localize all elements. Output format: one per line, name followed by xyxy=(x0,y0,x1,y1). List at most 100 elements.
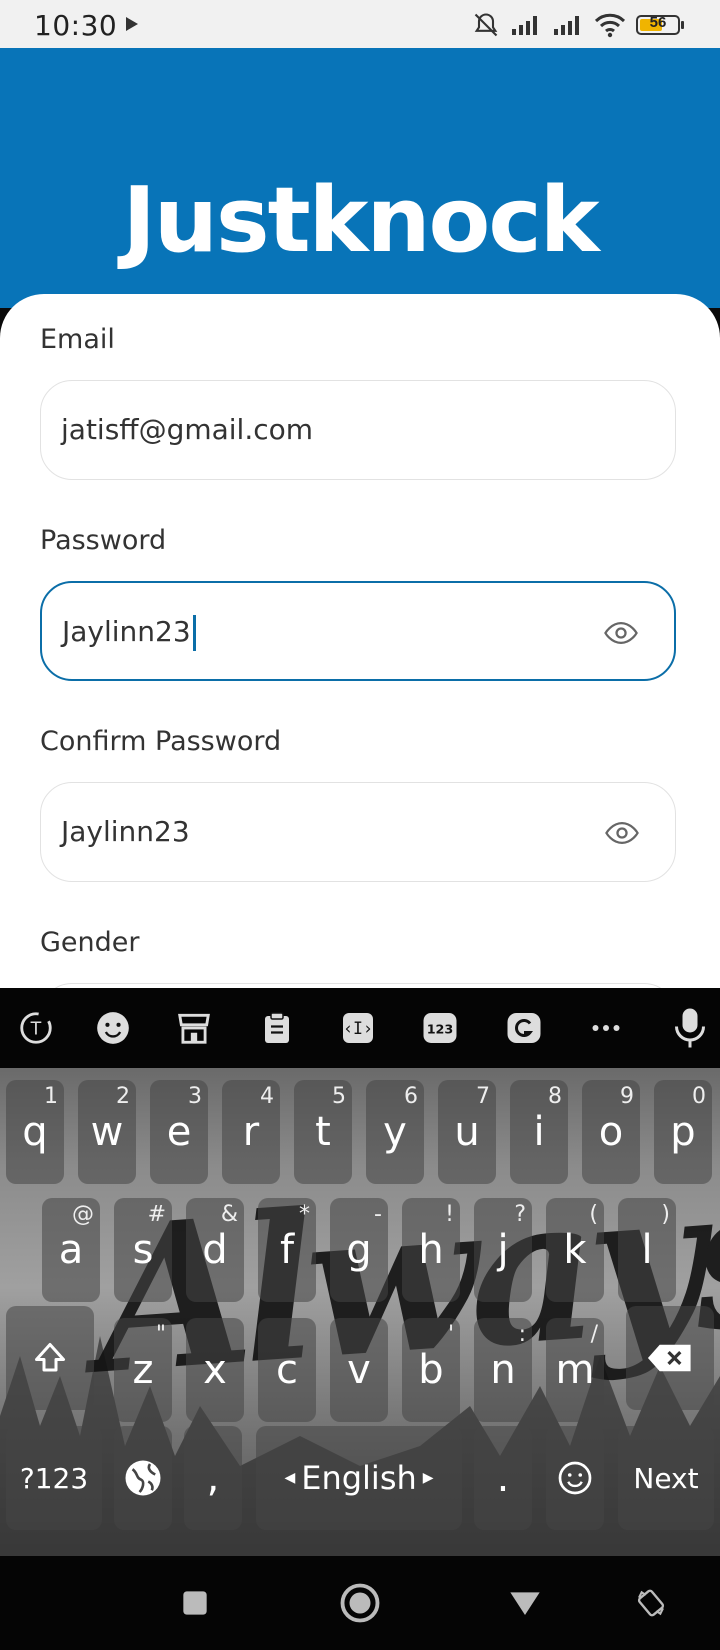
key-e[interactable]: e3 xyxy=(150,1080,208,1184)
play-store-notification-icon xyxy=(126,17,138,31)
key-m[interactable]: m / xyxy=(546,1318,604,1422)
key-label: x xyxy=(203,1347,227,1393)
email-value: jatisff@gmail.com xyxy=(61,413,314,446)
gender-label: Gender xyxy=(40,927,140,958)
key-c[interactable]: c xyxy=(258,1318,316,1422)
key-p[interactable]: p0 xyxy=(654,1080,712,1184)
more-icon[interactable] xyxy=(586,1008,626,1048)
globe-key[interactable] xyxy=(114,1426,172,1530)
text-cursor xyxy=(192,615,196,651)
key-hint: 4 xyxy=(260,1084,274,1109)
key-label: l xyxy=(641,1227,653,1273)
eye-icon[interactable] xyxy=(605,816,639,850)
key-label: b xyxy=(418,1347,444,1393)
key-f[interactable]: f * xyxy=(258,1198,316,1302)
translate-icon[interactable] xyxy=(504,1008,544,1048)
key-a[interactable]: a @ xyxy=(42,1198,100,1302)
emoji-key[interactable] xyxy=(546,1426,604,1530)
key-h[interactable]: h! xyxy=(402,1198,460,1302)
key-label: o xyxy=(598,1109,624,1155)
svg-text:‹I›: ‹I› xyxy=(343,1019,373,1038)
backspace-key[interactable] xyxy=(626,1306,714,1410)
password-label: Password xyxy=(40,525,167,556)
back-button[interactable] xyxy=(498,1576,552,1630)
key-label: g xyxy=(346,1227,372,1273)
key-q[interactable]: q1 xyxy=(6,1080,64,1184)
key-label: p xyxy=(670,1109,696,1155)
key-w[interactable]: w2 xyxy=(78,1080,136,1184)
confirm-password-field[interactable]: Jaylinn23 xyxy=(40,782,676,882)
key-label: v xyxy=(347,1347,371,1393)
space-key[interactable]: ◀ English ▶ xyxy=(256,1426,462,1530)
key-label: d xyxy=(202,1227,228,1273)
key-label: c xyxy=(276,1347,298,1393)
keyboard-toolbar: T ‹I› 123 xyxy=(0,988,720,1068)
key-x[interactable]: x xyxy=(186,1318,244,1422)
clipboard-icon[interactable] xyxy=(257,1008,297,1048)
status-bar: 10:30 56 xyxy=(0,0,720,48)
app-header: Justknock xyxy=(0,48,720,308)
confirm-password-value: Jaylinn23 xyxy=(61,815,190,848)
key-b[interactable]: b ' xyxy=(402,1318,460,1422)
confirm-password-label: Confirm Password xyxy=(40,726,282,757)
eye-icon[interactable] xyxy=(604,616,638,650)
key-hint: - xyxy=(374,1202,382,1227)
shift-key[interactable] xyxy=(6,1306,94,1410)
key-label: f xyxy=(279,1227,295,1273)
store-icon[interactable] xyxy=(174,1008,214,1048)
key-label: e xyxy=(166,1109,192,1155)
key-o[interactable]: o9 xyxy=(582,1080,640,1184)
keyboard: Always. q1w2e3r4t5y6u7i8o9p0 a@s#d&f*g-h… xyxy=(0,1068,720,1556)
key-label: m xyxy=(555,1347,595,1393)
symbols-key[interactable]: ?123 xyxy=(6,1426,102,1530)
key-y[interactable]: y6 xyxy=(366,1080,424,1184)
microphone-icon[interactable] xyxy=(670,1008,710,1048)
key-j[interactable]: j? xyxy=(474,1198,532,1302)
key-label: r xyxy=(242,1109,260,1155)
key-l[interactable]: l) xyxy=(618,1198,676,1302)
key-u[interactable]: u7 xyxy=(438,1080,496,1184)
key-label: j xyxy=(497,1227,509,1273)
signal-icon xyxy=(512,16,537,35)
key-n[interactable]: n: xyxy=(474,1318,532,1422)
number-pad-icon[interactable]: 123 xyxy=(420,1008,460,1048)
emoji-icon[interactable] xyxy=(93,1008,133,1048)
navigation-bar xyxy=(0,1556,720,1650)
period-key[interactable]: . xyxy=(474,1426,532,1530)
text-edit-icon[interactable]: ‹I› xyxy=(338,1008,378,1048)
key-hint: ( xyxy=(589,1202,598,1227)
key-s[interactable]: s # xyxy=(114,1198,172,1302)
battery-icon: 56 xyxy=(636,14,684,35)
comma-key[interactable]: , xyxy=(184,1426,242,1530)
key-hint: 1 xyxy=(44,1084,58,1109)
key-v[interactable]: v xyxy=(330,1318,388,1422)
recent-apps-button[interactable] xyxy=(168,1576,222,1630)
home-button[interactable] xyxy=(333,1576,387,1630)
key-g[interactable]: g- xyxy=(330,1198,388,1302)
key-r[interactable]: r4 xyxy=(222,1080,280,1184)
email-field[interactable]: jatisff@gmail.com xyxy=(40,380,676,480)
key-i[interactable]: i8 xyxy=(510,1080,568,1184)
key-hint: 2 xyxy=(116,1084,130,1109)
key-hint: 5 xyxy=(332,1084,346,1109)
key-label: y xyxy=(383,1109,407,1155)
text-style-icon[interactable]: T xyxy=(16,1008,56,1048)
key-k[interactable]: k( xyxy=(546,1198,604,1302)
key-d[interactable]: d & xyxy=(186,1198,244,1302)
password-field[interactable]: Jaylinn23 xyxy=(40,581,676,681)
signal-icon-2 xyxy=(554,16,579,35)
next-key[interactable]: Next xyxy=(618,1426,714,1530)
key-z[interactable]: z " xyxy=(114,1318,172,1422)
key-hint: ' xyxy=(447,1322,454,1347)
key-hint: 0 xyxy=(692,1084,706,1109)
app-logo: Justknock xyxy=(122,168,599,273)
password-text: Jaylinn23 xyxy=(62,615,191,648)
key-t[interactable]: t5 xyxy=(294,1080,352,1184)
key-hint: 7 xyxy=(476,1084,490,1109)
key-label: w xyxy=(90,1109,124,1155)
rotate-icon[interactable] xyxy=(624,1576,678,1630)
key-hint: ! xyxy=(445,1202,454,1227)
key-label: n xyxy=(490,1347,516,1393)
right-arrow-icon: ▶ xyxy=(422,1470,434,1486)
key-label: h xyxy=(418,1227,444,1273)
